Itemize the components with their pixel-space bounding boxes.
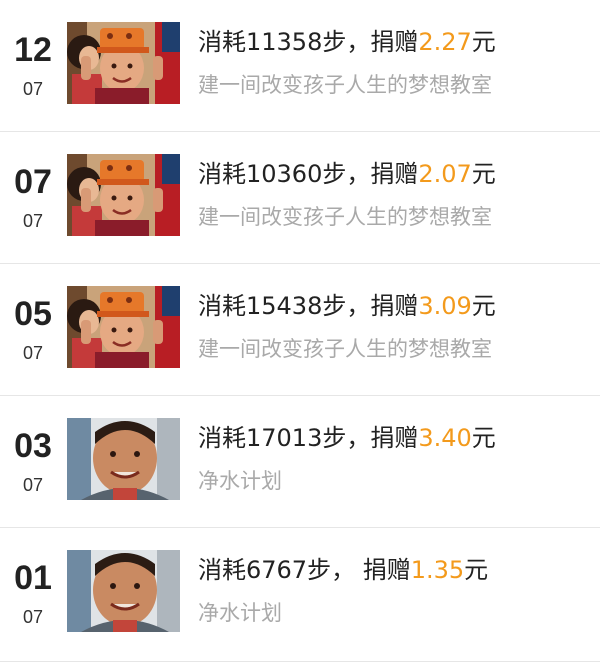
record-title: 消耗10360步，捐赠2.07元	[198, 158, 496, 190]
currency-unit: 元	[471, 28, 496, 56]
steps-text: 消耗10360步，捐赠	[198, 160, 419, 188]
children-photo-icon	[67, 154, 180, 236]
steps-text: 消耗11358步，捐赠	[198, 28, 419, 56]
record-month: 07	[22, 607, 44, 627]
list-item[interactable]: 12 07 消耗11358步，捐赠2.27元 建一间改变孩子人生的梦想教室	[0, 0, 600, 132]
record-day: 03	[14, 427, 52, 465]
project-name: 净水计划	[198, 601, 282, 625]
record-month: 07	[22, 343, 44, 363]
project-thumbnail	[67, 550, 180, 632]
child-portrait-icon	[67, 550, 180, 632]
project-name: 建一间改变孩子人生的梦想教室	[198, 337, 492, 361]
record-date: 03 07	[0, 396, 66, 527]
donation-amount: 3.40	[418, 424, 472, 452]
project-thumbnail	[67, 22, 180, 104]
record-day: 07	[14, 163, 52, 201]
donation-amount: 3.09	[418, 292, 472, 320]
donation-amount: 2.07	[418, 160, 472, 188]
donation-record-list: 12 07 消耗11358步，捐赠2.27元 建一间改变孩子人生的梦想教室 07…	[0, 0, 600, 662]
currency-unit: 元	[464, 556, 489, 584]
list-item[interactable]: 07 07 消耗10360步，捐赠2.07元 建一间改变孩子人生的梦想教室	[0, 132, 600, 264]
record-day: 01	[14, 559, 52, 597]
project-name: 净水计划	[198, 469, 282, 493]
currency-unit: 元	[471, 292, 496, 320]
list-item[interactable]: 05 07 消耗15438步，捐赠3.09元 建一间改变孩子人生的梦想教室	[0, 264, 600, 396]
currency-unit: 元	[471, 424, 496, 452]
record-title: 消耗11358步，捐赠2.27元	[198, 26, 496, 58]
donation-amount: 1.35	[410, 556, 465, 584]
record-month: 07	[22, 79, 44, 99]
currency-unit: 元	[471, 160, 496, 188]
record-date: 01 07	[0, 528, 66, 661]
record-title: 消耗15438步，捐赠3.09元	[198, 290, 496, 322]
steps-text: 消耗17013步，捐赠	[198, 424, 419, 452]
record-month: 07	[22, 211, 44, 231]
steps-text: 消耗15438步，捐赠	[198, 292, 419, 320]
project-name: 建一间改变孩子人生的梦想教室	[198, 205, 492, 229]
record-date: 12 07	[0, 0, 66, 131]
child-portrait-icon	[67, 418, 180, 500]
donation-amount: 2.27	[418, 28, 472, 56]
record-date: 07 07	[0, 132, 66, 263]
project-name: 建一间改变孩子人生的梦想教室	[198, 73, 492, 97]
project-thumbnail	[67, 154, 180, 236]
record-day: 12	[14, 31, 52, 69]
children-photo-icon	[67, 22, 180, 104]
list-item[interactable]: 01 07 消耗6767步， 捐赠1.35元 净水计划	[0, 528, 600, 662]
record-title: 消耗6767步， 捐赠1.35元	[198, 554, 488, 586]
record-date: 05 07	[0, 264, 66, 395]
record-month: 07	[22, 475, 44, 495]
project-thumbnail	[67, 286, 180, 368]
list-item[interactable]: 03 07 消耗17013步，捐赠3.40元 净水计划	[0, 396, 600, 528]
project-thumbnail	[67, 418, 180, 500]
record-day: 05	[14, 295, 52, 333]
children-photo-icon	[67, 286, 180, 368]
record-title: 消耗17013步，捐赠3.40元	[198, 422, 496, 454]
steps-text: 消耗6767步， 捐赠	[198, 556, 411, 584]
